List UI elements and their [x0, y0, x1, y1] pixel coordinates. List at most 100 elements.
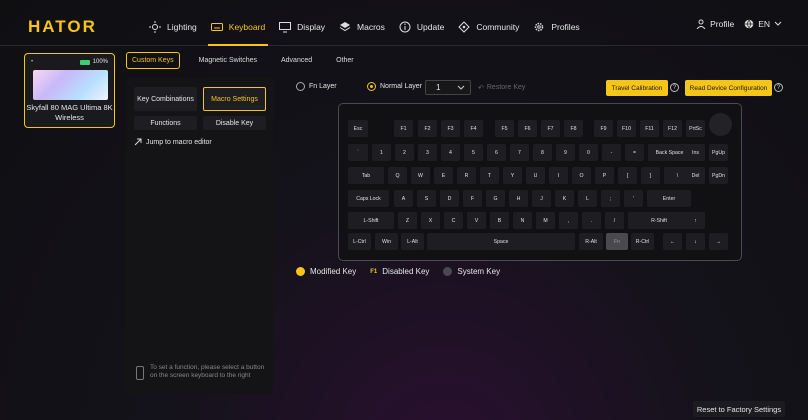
key-ins[interactable]: Ins — [686, 144, 705, 161]
key-l-shift[interactable]: L-Shift — [348, 212, 394, 229]
key-a[interactable]: A — [394, 190, 413, 207]
nav-update[interactable]: Update — [392, 16, 451, 38]
key-symbol[interactable]: = — [625, 144, 644, 161]
key-symbol[interactable]: → — [709, 233, 728, 250]
key-e[interactable]: E — [434, 167, 453, 184]
key-prtsc[interactable]: PrtSc — [686, 120, 705, 137]
functions-button[interactable]: Functions — [134, 116, 197, 130]
key-f5[interactable]: F5 — [495, 120, 514, 137]
reset-factory-button[interactable]: Reset to Factory Settings — [693, 401, 785, 417]
key-symbol[interactable]: - — [602, 144, 621, 161]
key-2[interactable]: 2 — [395, 144, 414, 161]
tab-magnetic-switches[interactable]: Magnetic Switches — [194, 53, 262, 68]
key-0[interactable]: 0 — [579, 144, 598, 161]
key-symbol[interactable]: , — [559, 212, 578, 229]
macro-settings-button[interactable]: Macro Settings — [203, 87, 266, 111]
key-b[interactable]: B — [490, 212, 509, 229]
device-card[interactable]: • 100% Skyfall 80 MAG Ultima 8K Wireless — [24, 53, 115, 128]
key-f7[interactable]: F7 — [541, 120, 560, 137]
key-symbol[interactable]: ] — [641, 167, 660, 184]
key-f10[interactable]: F10 — [617, 120, 636, 137]
key-l-ctrl[interactable]: L-Ctrl — [348, 233, 371, 250]
key-symbol[interactable]: ↑ — [686, 212, 705, 229]
key-8[interactable]: 8 — [533, 144, 552, 161]
disable-key-button[interactable]: Disable Key — [203, 116, 266, 130]
key-pgup[interactable]: PgUp — [709, 144, 728, 161]
key-d[interactable]: D — [440, 190, 459, 207]
key-f1[interactable]: F1 — [394, 120, 413, 137]
travel-calibration-button[interactable]: Travel Calibration — [606, 80, 668, 96]
language-select[interactable]: EN — [744, 19, 782, 29]
key-i[interactable]: I — [549, 167, 568, 184]
nav-display[interactable]: Display — [272, 16, 332, 38]
key-f9[interactable]: F9 — [594, 120, 613, 137]
key-symbol[interactable]: ' — [624, 190, 643, 207]
key-symbol[interactable]: ` — [348, 144, 368, 161]
tab-other[interactable]: Other — [331, 53, 359, 68]
key-combinations-button[interactable]: Key Combinations — [134, 87, 197, 111]
key-t[interactable]: T — [480, 167, 499, 184]
key-z[interactable]: Z — [398, 212, 417, 229]
key-6[interactable]: 6 — [487, 144, 506, 161]
key-p[interactable]: P — [595, 167, 614, 184]
help-icon[interactable]: ? — [774, 83, 783, 92]
key-h[interactable]: H — [509, 190, 528, 207]
key-tab[interactable]: Tab — [348, 167, 384, 184]
nav-community[interactable]: Community — [451, 16, 526, 38]
key-f8[interactable]: F8 — [564, 120, 583, 137]
restore-key-button[interactable]: ↶ Restore Key — [478, 84, 525, 92]
key-pgdn[interactable]: PgDn — [709, 167, 728, 184]
key-k[interactable]: K — [555, 190, 574, 207]
key-symbol[interactable]: ; — [601, 190, 620, 207]
key-caps-lock[interactable]: Caps Lock — [348, 190, 389, 207]
key-q[interactable]: Q — [388, 167, 407, 184]
key-4[interactable]: 4 — [441, 144, 460, 161]
key-j[interactable]: J — [532, 190, 551, 207]
tab-custom-keys[interactable]: Custom Keys — [126, 52, 180, 69]
layer-select[interactable]: 1 — [425, 80, 471, 95]
key-r[interactable]: R — [457, 167, 476, 184]
key-del[interactable]: Del — [686, 167, 705, 184]
nav-lighting[interactable]: Lighting — [142, 16, 204, 38]
key-9[interactable]: 9 — [556, 144, 575, 161]
key-f[interactable]: F — [463, 190, 482, 207]
key-enter[interactable]: Enter — [647, 190, 691, 207]
key-symbol[interactable]: ← — [663, 233, 682, 250]
key-f3[interactable]: F3 — [441, 120, 460, 137]
key-esc[interactable]: Esc — [348, 120, 368, 137]
key-g[interactable]: G — [486, 190, 505, 207]
key-v[interactable]: V — [467, 212, 486, 229]
volume-knob[interactable] — [709, 113, 732, 136]
key-c[interactable]: C — [444, 212, 463, 229]
key-space[interactable]: Space — [427, 233, 575, 250]
key-back-space[interactable]: Back Space — [648, 144, 691, 161]
tab-advanced[interactable]: Advanced — [276, 53, 317, 68]
key-y[interactable]: Y — [503, 167, 522, 184]
key-m[interactable]: M — [536, 212, 555, 229]
key-u[interactable]: U — [526, 167, 545, 184]
key-7[interactable]: 7 — [510, 144, 529, 161]
key-f4[interactable]: F4 — [464, 120, 483, 137]
key-symbol[interactable]: / — [605, 212, 624, 229]
key-5[interactable]: 5 — [464, 144, 483, 161]
key-f2[interactable]: F2 — [418, 120, 437, 137]
key-r-shift[interactable]: R-Shift — [628, 212, 690, 229]
help-icon[interactable]: ? — [670, 83, 679, 92]
key-symbol[interactable]: . — [582, 212, 601, 229]
key-o[interactable]: O — [572, 167, 591, 184]
key-3[interactable]: 3 — [418, 144, 437, 161]
key-w[interactable]: W — [411, 167, 430, 184]
key-win[interactable]: Win — [375, 233, 398, 250]
key-l[interactable]: L — [578, 190, 597, 207]
key-f6[interactable]: F6 — [518, 120, 537, 137]
jump-to-macro-editor-link[interactable]: Jump to macro editor — [134, 138, 212, 146]
key-fn[interactable]: Fn — [606, 233, 628, 250]
key-r-ctrl[interactable]: R-Ctrl — [631, 233, 654, 250]
key-f12[interactable]: F12 — [663, 120, 682, 137]
key-symbol[interactable]: ↓ — [686, 233, 705, 250]
key-l-alt[interactable]: L-Alt — [401, 233, 424, 250]
fn-layer-radio[interactable]: Fn Layer — [296, 82, 337, 91]
key-r-alt[interactable]: R-Alt — [579, 233, 603, 250]
profile-button[interactable]: Profile — [696, 19, 734, 29]
nav-profiles[interactable]: Profiles — [526, 16, 586, 38]
